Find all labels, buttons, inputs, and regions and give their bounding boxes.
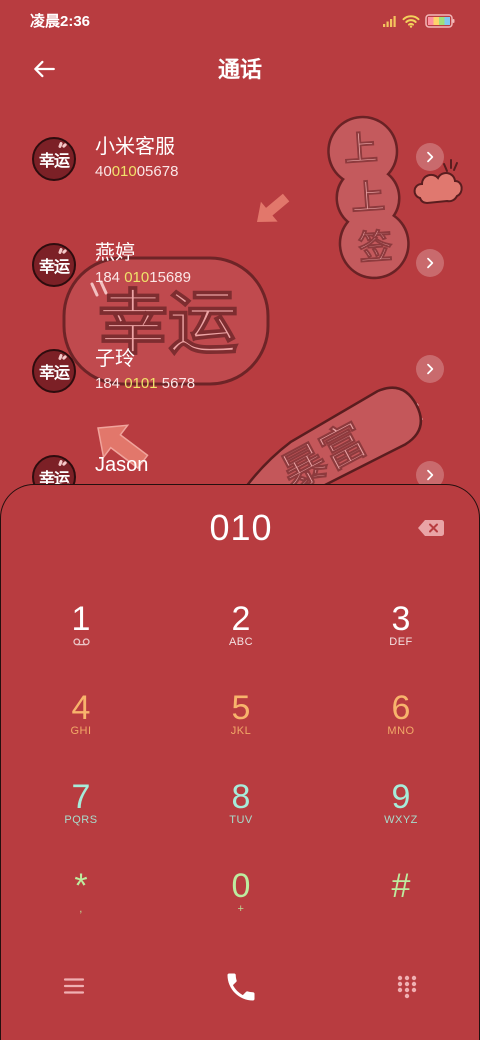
dial-key-5[interactable]: 5 JKL <box>161 670 321 759</box>
dialed-number: 010 <box>209 507 273 548</box>
chevron-right-icon <box>422 467 438 483</box>
number-match: 0101 <box>124 375 158 392</box>
key-letters: GHI <box>70 725 92 737</box>
backspace-button[interactable] <box>417 519 445 537</box>
key-letters: WXYZ <box>384 814 418 826</box>
key-letters: MNO <box>387 725 415 737</box>
contact-row[interactable]: 幸运 燕婷 184 01015689 <box>0 236 480 342</box>
contact-detail-button[interactable] <box>416 249 444 277</box>
dial-key-3[interactable]: 3 DEF <box>321 581 480 670</box>
dial-key-8[interactable]: 8 TUV <box>161 759 321 848</box>
contact-name: 燕婷 <box>95 242 135 264</box>
dial-key-4[interactable]: 4 GHI <box>1 670 161 759</box>
status-icons <box>383 13 455 29</box>
key-digit: 1 <box>71 600 91 638</box>
dial-key-0[interactable]: 0 + <box>161 848 321 937</box>
keypad: 1 2 ABC 3 DEF 4 GHI 5 JKL 6 MNO 7 PQRS 8… <box>1 581 480 937</box>
keypad-toggle-button[interactable] <box>396 974 418 1000</box>
key-digit: 7 <box>71 778 91 816</box>
dialer-sheet: 010 1 2 ABC 3 DEF 4 GHI 5 JKL 6 MNO 7 PQ… <box>0 484 480 1040</box>
key-digit: 4 <box>71 689 91 727</box>
phone-screen: 上 上 签 幸运 暴富 凌晨2:36 通话 幸运 小米客服 4001005678… <box>0 0 480 1040</box>
menu-button[interactable] <box>63 976 85 996</box>
keypad-toggle-icon <box>396 974 418 1000</box>
status-time: 凌晨2:36 <box>30 13 91 30</box>
dial-key-9[interactable]: 9 WXYZ <box>321 759 480 848</box>
number-part: 05678 <box>136 163 179 180</box>
header: 通话 <box>0 44 480 96</box>
key-digit: # <box>391 867 411 905</box>
key-digit: * <box>74 867 88 905</box>
wifi-icon <box>402 14 420 28</box>
key-letters: ABC <box>228 636 254 648</box>
key-letters: PQRS <box>64 814 98 826</box>
dial-key-2[interactable]: 2 ABC <box>161 581 321 670</box>
avatar: 幸运 <box>32 349 76 393</box>
key-digit: 6 <box>391 689 411 727</box>
avatar: 幸运 <box>32 243 76 287</box>
dial-key-6[interactable]: 6 MNO <box>321 670 480 759</box>
chevron-right-icon <box>422 149 438 165</box>
number-part: 40 <box>95 163 112 180</box>
number-match: 010 <box>111 163 137 180</box>
backspace-icon <box>417 519 445 537</box>
menu-icon <box>63 976 85 996</box>
number-part: 184 <box>95 375 125 392</box>
number-part: 5678 <box>157 375 196 392</box>
key-digit: 2 <box>231 600 251 638</box>
contact-detail-button[interactable] <box>416 355 444 383</box>
battery-icon <box>425 14 455 28</box>
phone-call-icon <box>223 969 259 1005</box>
key-digit: 3 <box>391 600 411 638</box>
key-digit: 9 <box>391 778 411 816</box>
key-digit: 5 <box>231 689 251 727</box>
voicemail-icon <box>1 638 161 646</box>
dialer-bottom-bar <box>1 955 480 1017</box>
dial-key-7[interactable]: 7 PQRS <box>1 759 161 848</box>
page-title: 通话 <box>217 57 262 82</box>
back-arrow-icon <box>31 56 57 82</box>
key-letters: TUV <box>229 814 253 826</box>
call-button[interactable] <box>223 969 259 1005</box>
key-letters: + <box>237 903 245 915</box>
number-match: 010 <box>124 269 150 286</box>
contact-number: 4001005678 <box>95 163 178 181</box>
chevron-right-icon <box>422 255 438 271</box>
back-button[interactable] <box>30 55 58 83</box>
dial-key-hash[interactable]: # <box>321 848 480 937</box>
contact-number: 184 01015689 <box>95 269 191 287</box>
contact-name: 子玲 <box>95 348 135 370</box>
key-letters: DEF <box>389 636 413 648</box>
status-bar: 凌晨2:36 <box>0 0 480 44</box>
contact-name: Jason <box>95 454 149 476</box>
contact-row[interactable]: 幸运 小米客服 4001005678 <box>0 130 480 236</box>
key-letters: , <box>79 903 83 915</box>
key-digit: 8 <box>231 778 251 816</box>
signal-icon <box>383 15 397 27</box>
contact-number: 184 0101 5678 <box>95 375 195 393</box>
number-part: 15689 <box>149 269 191 286</box>
dial-key-1[interactable]: 1 <box>1 581 161 670</box>
contact-detail-button[interactable] <box>416 143 444 171</box>
contact-name: 小米客服 <box>95 136 175 158</box>
key-letters: JKL <box>230 725 252 737</box>
avatar: 幸运 <box>32 137 76 181</box>
contact-row[interactable]: 幸运 子玲 184 0101 5678 <box>0 342 480 448</box>
chevron-right-icon <box>422 361 438 377</box>
number-part: 184 <box>95 269 125 286</box>
dial-key-star[interactable]: * , <box>1 848 161 937</box>
key-digit: 0 <box>231 867 251 905</box>
